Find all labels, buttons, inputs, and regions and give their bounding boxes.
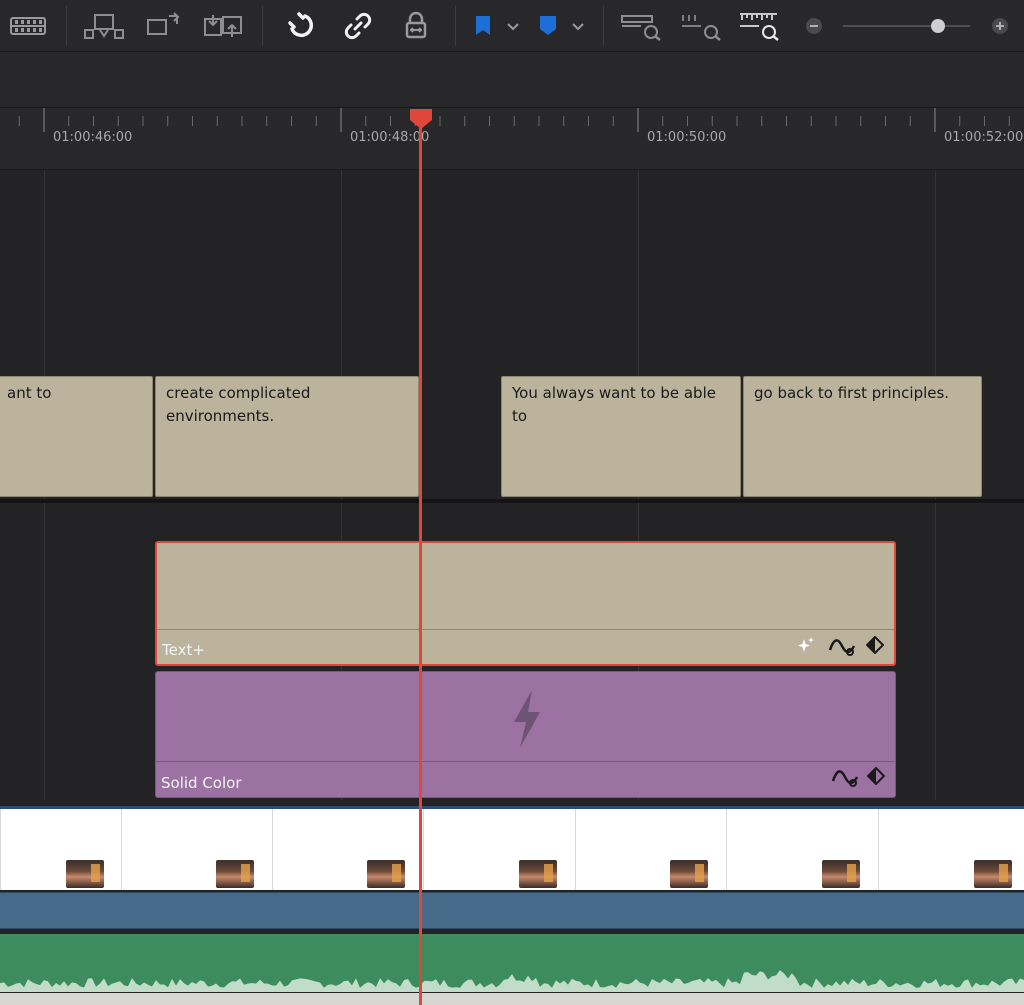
- ripple-overwrite-icon[interactable]: [200, 6, 246, 46]
- timeline-tracks: ant to create complicated environments. …: [0, 170, 1024, 1005]
- track-separator: [0, 499, 1024, 503]
- subtitle-clip[interactable]: create complicated environments.: [155, 376, 419, 497]
- subtitle-clip[interactable]: You always want to be able to: [501, 376, 741, 497]
- timecode-label: 01:00:46:00: [53, 130, 133, 145]
- os-taskbar: [0, 993, 1024, 1005]
- presenter-thumbnail: [822, 860, 860, 888]
- chevron-down-icon[interactable]: [502, 6, 524, 46]
- subtitle-clip[interactable]: go back to first principles.: [743, 376, 982, 497]
- zoom-custom-icon[interactable]: [736, 6, 782, 46]
- presenter-thumbnail: [519, 860, 557, 888]
- video-frame: [121, 809, 272, 890]
- zoom-detail-icon[interactable]: [678, 6, 724, 46]
- presenter-thumbnail: [66, 860, 104, 888]
- lightning-icon: [508, 688, 546, 754]
- toolbar-divider: [603, 6, 604, 46]
- presenter-thumbnail: [216, 860, 254, 888]
- video-frame: [0, 809, 121, 890]
- presenter-thumbnail: [670, 860, 708, 888]
- presenter-thumbnail: [367, 860, 405, 888]
- position-lock-icon[interactable]: [398, 6, 434, 46]
- zoom-slider-knob[interactable]: [931, 19, 946, 33]
- video-frame: [726, 809, 878, 890]
- keyframe-icon[interactable]: [865, 635, 885, 658]
- video-frame: [272, 809, 423, 890]
- zoom-out-icon[interactable]: [804, 6, 824, 46]
- subtitle-clip[interactable]: ant to: [0, 376, 153, 497]
- video-track-bar[interactable]: [0, 892, 1024, 929]
- clip-divider: [156, 761, 895, 762]
- timecode-label: 01:00:50:00: [647, 130, 727, 145]
- playhead[interactable]: [419, 114, 422, 1005]
- timecode-label: 01:00:52:00: [944, 130, 1024, 145]
- clip-label: Text+: [162, 641, 205, 659]
- clip-divider: [157, 629, 894, 630]
- timeline-header-bar: [0, 52, 1024, 108]
- solid-color-clip[interactable]: Solid Color: [155, 671, 896, 798]
- flag-icon[interactable]: [470, 6, 496, 46]
- timeline-toolbar: [0, 0, 1024, 52]
- subtitle-text: go back to first principles.: [754, 384, 950, 402]
- subtitle-text: ant to: [7, 384, 52, 402]
- curve-icon[interactable]: [828, 636, 856, 660]
- timecode-ruler[interactable]: 01:00:46:00 01:00:48:00 01:00:50:00 01:0…: [0, 108, 1024, 170]
- toolbar-divider: [455, 6, 456, 46]
- video-clip-thumbnails[interactable]: [0, 806, 1024, 890]
- toolbar-divider: [262, 6, 263, 46]
- zoom-full-icon[interactable]: [618, 6, 664, 46]
- audio-waveform: [0, 970, 1024, 992]
- clip-label: Solid Color: [161, 774, 242, 792]
- video-frame: [423, 809, 575, 890]
- snapping-icon[interactable]: [282, 6, 318, 46]
- text-plus-clip[interactable]: Text+: [155, 541, 896, 666]
- subtitle-text: create complicated environments.: [166, 384, 311, 425]
- link-icon[interactable]: [340, 6, 376, 46]
- film-strip-icon[interactable]: [8, 6, 48, 46]
- playhead-handle[interactable]: [409, 108, 433, 130]
- curve-icon[interactable]: [831, 767, 859, 791]
- overwrite-clip-icon[interactable]: [82, 6, 126, 46]
- zoom-in-icon[interactable]: [990, 6, 1010, 46]
- toolbar-divider: [66, 6, 67, 46]
- marker-icon[interactable]: [534, 6, 562, 46]
- presenter-thumbnail: [974, 860, 1012, 888]
- zoom-slider[interactable]: [843, 25, 970, 27]
- video-frame: [878, 809, 1024, 890]
- keyframe-icon[interactable]: [866, 766, 886, 789]
- timecode-label: 01:00:48:00: [350, 130, 430, 145]
- ruler-ticks: [18, 108, 1010, 132]
- subtitle-text: You always want to be able to: [512, 384, 716, 425]
- audio-clip[interactable]: [0, 934, 1024, 992]
- chevron-down-icon[interactable]: [567, 6, 589, 46]
- video-frame: [575, 809, 726, 890]
- sparkle-icon[interactable]: [796, 636, 816, 658]
- replace-clip-icon[interactable]: [143, 6, 183, 46]
